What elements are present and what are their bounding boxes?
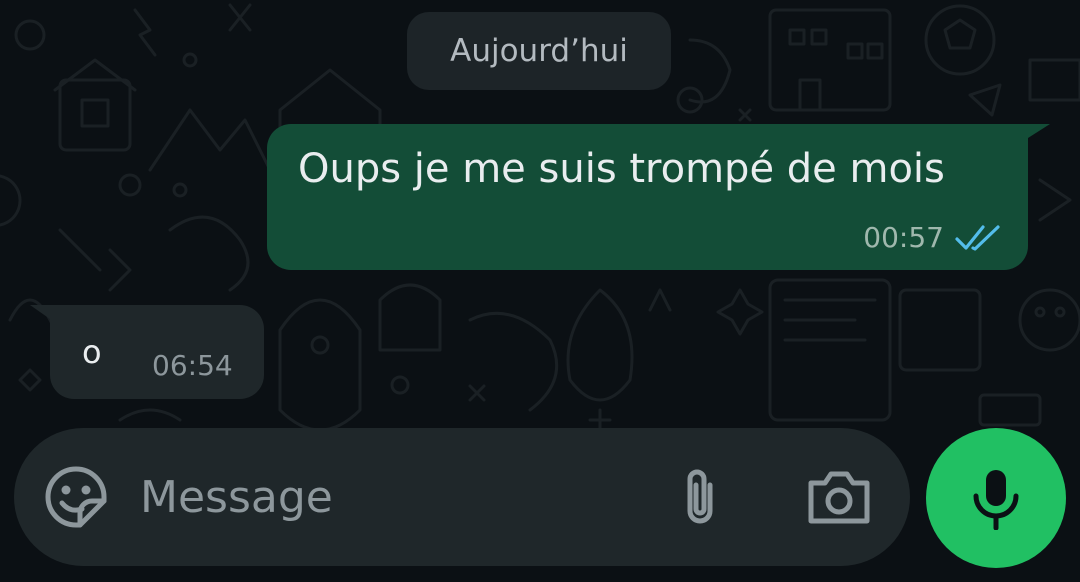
sticker-emoji-icon: [45, 466, 107, 528]
microphone-icon: [973, 470, 1019, 530]
incoming-message-time: 06:54: [152, 349, 233, 382]
outgoing-bubble-tail: [1028, 124, 1050, 138]
outgoing-message-meta: 00:57: [863, 221, 1002, 254]
incoming-message-bubble[interactable]: o 06:54: [30, 305, 264, 399]
attach-button[interactable]: [674, 465, 726, 529]
incoming-message-text: o: [82, 333, 102, 371]
sticker-emoji-button[interactable]: [44, 465, 108, 529]
camera-button[interactable]: [806, 467, 872, 527]
paperclip-icon: [687, 469, 713, 524]
message-input[interactable]: [140, 458, 620, 536]
incoming-bubble-tail: [30, 305, 50, 319]
date-separator: Aujourd’hui: [407, 12, 671, 90]
message-composer: [14, 428, 910, 566]
outgoing-message-time: 00:57: [863, 221, 944, 254]
outgoing-message-text: Oups je me suis trompé de mois: [298, 146, 945, 192]
camera-icon: [808, 471, 870, 524]
double-check-icon: [955, 224, 1000, 251]
outgoing-message-bubble[interactable]: Oups je me suis trompé de mois 00:57: [267, 124, 1050, 270]
voice-message-button[interactable]: [926, 428, 1066, 568]
